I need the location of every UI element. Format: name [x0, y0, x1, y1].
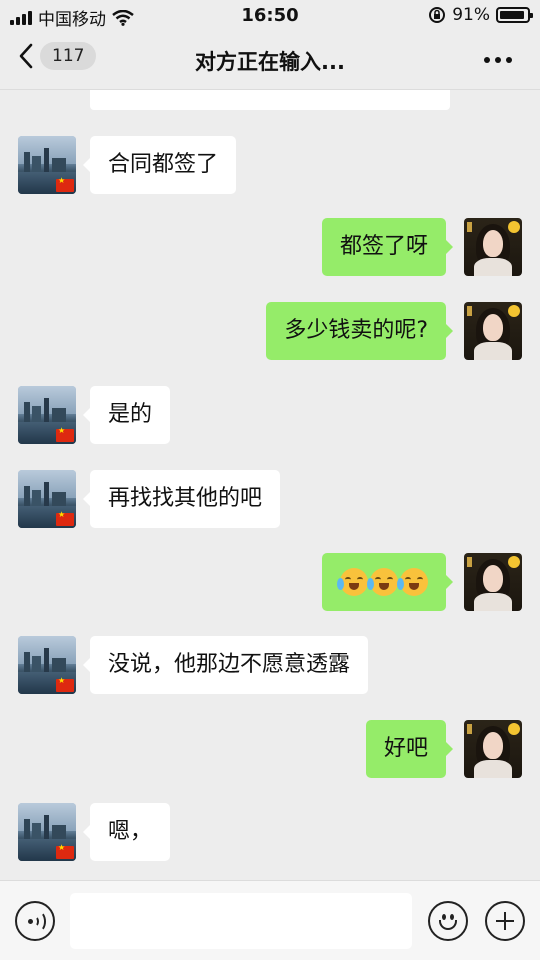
china-flag-icon: [56, 843, 74, 859]
partial-message-bubble: [90, 90, 450, 110]
chat-area[interactable]: 合同都签了 都签了呀 多少钱卖的呢? 是的 再找找其他的吧: [0, 90, 540, 880]
battery-icon: [496, 7, 533, 23]
incoming-message-bubble[interactable]: 再找找其他的吧: [82, 470, 281, 528]
contact-avatar[interactable]: [18, 470, 76, 528]
status-right: 91%: [428, 5, 533, 25]
battery-percent: 91%: [452, 5, 490, 25]
china-flag-icon: [56, 510, 74, 526]
contact-avatar[interactable]: [18, 803, 76, 861]
orientation-lock-icon: [429, 7, 446, 23]
outgoing-message-bubble[interactable]: 都签了呀: [321, 218, 454, 276]
contact-avatar[interactable]: [18, 136, 76, 194]
china-flag-icon: [56, 676, 74, 692]
nav-bar: 117 对方正在输入...: [0, 32, 540, 90]
loudly-crying-face-icon: [397, 568, 428, 596]
outgoing-emoji-bubble[interactable]: [322, 553, 453, 611]
status-bar: 中国移动 16:50 91%: [0, 0, 540, 32]
my-avatar[interactable]: [464, 302, 522, 360]
my-avatar[interactable]: [464, 720, 522, 778]
outgoing-message-bubble[interactable]: 多少钱卖的呢?: [266, 302, 453, 360]
unread-count-badge: 117: [40, 42, 97, 70]
battery-fill: [500, 11, 524, 19]
loudly-crying-face-icon: [337, 568, 368, 596]
incoming-message-bubble[interactable]: 是的: [82, 386, 171, 444]
incoming-message-bubble[interactable]: 嗯，: [82, 803, 171, 861]
loudly-crying-face-icon: [367, 568, 398, 596]
my-avatar[interactable]: [464, 218, 522, 276]
input-bar: [0, 880, 540, 960]
incoming-message-bubble[interactable]: 合同都签了: [82, 136, 237, 194]
contact-avatar[interactable]: [18, 636, 76, 694]
page-title: 对方正在输入...: [195, 50, 345, 74]
more-dots-icon: [484, 57, 490, 63]
message-input[interactable]: [70, 893, 412, 949]
voice-button[interactable]: [15, 901, 55, 941]
more-button[interactable]: [478, 46, 518, 74]
plus-button[interactable]: [485, 901, 525, 941]
back-button[interactable]: 117: [18, 42, 97, 70]
outgoing-message-bubble[interactable]: 好吧: [365, 720, 454, 778]
china-flag-icon: [56, 426, 74, 442]
my-avatar[interactable]: [464, 553, 522, 611]
incoming-message-bubble[interactable]: 没说，他那边不愿意透露: [82, 636, 369, 694]
contact-avatar[interactable]: [18, 386, 76, 444]
china-flag-icon: [56, 176, 74, 192]
chevron-left-icon: [19, 43, 33, 69]
emoji-button[interactable]: [428, 901, 468, 941]
